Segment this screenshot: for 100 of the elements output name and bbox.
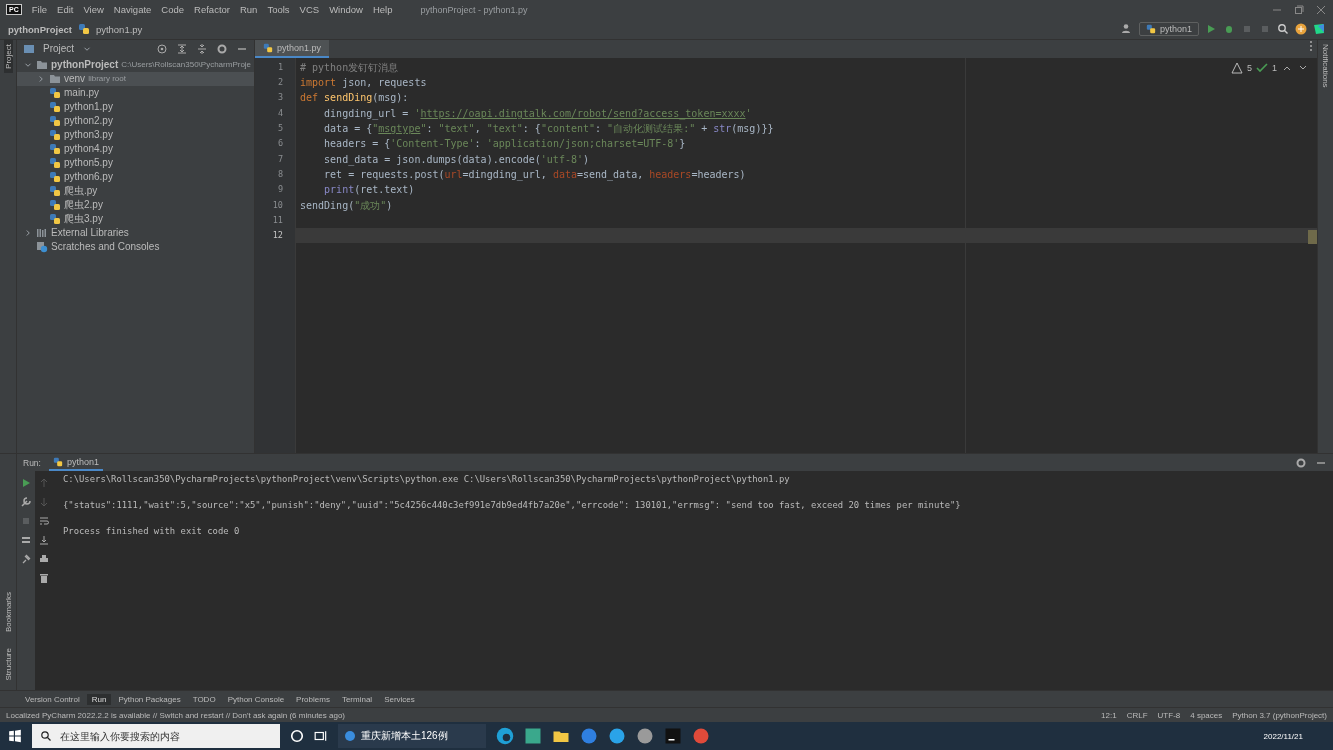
tree-item[interactable]: python3.py [64,129,113,141]
menu-item[interactable]: Window [329,4,363,16]
tool-tab[interactable]: Bookmarks [3,587,13,636]
menu-item[interactable]: Run [239,4,258,16]
line-number: 1 [276,60,284,74]
tree-item[interactable]: python5.py [64,157,113,169]
tree-item[interactable]: pythonProject [51,59,119,71]
code-line: headers = {'Content-Type': 'application/json;charset=UTF-8'} [323,138,686,150]
warning-count[interactable]: 5 [1246,62,1252,73]
run-config-dropdown[interactable]: python1 [1138,22,1199,37]
news-widget[interactable]: 重庆新增本土126例 [338,724,486,749]
search-icon[interactable] [1277,23,1289,36]
tool-window-tab[interactable]: Python Packages [113,693,186,705]
tool-window-tab[interactable]: Terminal [336,693,378,705]
code-line: sendDing("成功") [300,199,393,211]
tool-window-tab[interactable]: Version Control [20,693,85,705]
taskbar-date: 2022/11/21 [1263,731,1303,741]
status-item[interactable]: Python 3.7 (pythonProject) [1232,710,1327,720]
code-line: ret = requests.post(url=dingding_url, data=send_data, headers=headers) [323,168,746,180]
rerun-icon[interactable] [20,477,32,490]
folder-icon [36,58,48,71]
menu-item[interactable]: Help [372,4,393,16]
menu-item[interactable]: Code [161,4,185,16]
settings-icon[interactable] [216,42,228,55]
line-number: 4 [276,106,284,120]
breadcrumb-item[interactable]: pythonProject [8,23,72,35]
code-line: send_data = json.dumps(data).encode('utf-8') [323,153,589,165]
status-item[interactable]: 4 spaces [1190,710,1223,720]
soft-wrap-icon[interactable] [38,515,50,528]
trash-icon[interactable] [38,572,50,585]
console-tab[interactable]: python1 [48,454,103,472]
console-line: Process finished with exit code 0 [63,526,241,537]
python-file-icon [263,42,273,53]
menu-item[interactable]: Edit [57,4,74,16]
tree-item[interactable]: main.py [64,87,99,99]
line-number: 6 [276,137,284,151]
ide-logo-icon[interactable] [1313,23,1325,36]
tree-item[interactable]: python1.py [64,101,113,113]
settings-icon[interactable] [1295,456,1307,469]
expand-all-icon[interactable] [176,42,188,55]
restore-icon[interactable] [1293,3,1305,16]
python-file-icon [49,86,61,99]
panel-icon [23,42,35,55]
tool-window-tab[interactable]: Run [86,693,112,705]
task-view-icon[interactable] [314,729,328,744]
pin-icon[interactable] [20,553,32,566]
tool-window-tab[interactable]: TODO [187,693,221,705]
run-icon[interactable] [1205,23,1217,36]
notifications-tool-tab[interactable]: Notifications [1321,39,1330,92]
tree-item[interactable]: python6.py [64,171,113,183]
scratches-icon [36,240,48,253]
scroll-to-end-icon[interactable] [38,534,50,547]
tree-item[interactable]: venv [64,73,86,85]
tree-item[interactable]: 爬虫2.py [64,197,103,212]
close-icon[interactable] [1315,3,1327,16]
tree-item[interactable]: External Libraries [51,227,129,239]
tool-window-tab[interactable]: Problems [291,693,335,705]
tree-item[interactable]: 爬虫3.py [64,211,103,226]
tool-tab[interactable]: Structure [3,643,13,685]
line-number: 11 [271,213,284,227]
user-icon[interactable] [1120,23,1133,36]
menu-item[interactable]: VCS [299,4,320,16]
status-item[interactable]: 12:1 [1101,710,1117,720]
tool-window-tab[interactable]: Services [379,693,420,705]
tree-item[interactable]: 爬虫.py [64,183,98,198]
debug-icon[interactable] [1223,23,1235,36]
menu-item[interactable]: View [83,4,104,16]
breadcrumb-item[interactable]: python1.py [95,23,143,35]
windows-start-icon[interactable] [8,729,22,744]
collapse-all-icon[interactable] [196,42,208,55]
menu-item[interactable]: Navigate [113,4,152,16]
python-file-icon [77,23,90,36]
python-file-icon [49,198,61,211]
scroll-marker [1308,229,1317,244]
cortana-icon[interactable] [290,729,304,744]
wrench-icon[interactable] [20,496,32,509]
line-number: 2 [276,76,284,90]
tree-item[interactable]: Scratches and Consoles [51,241,160,253]
project-tool-tab[interactable]: Project [3,39,13,73]
check-count[interactable]: 1 [1272,62,1277,73]
menu-item[interactable]: Tools [267,4,290,16]
tree-item[interactable]: python4.py [64,143,113,155]
taskbar-search-field[interactable]: 在这里输入你要搜索的内容 [58,729,272,743]
status-message[interactable]: Localized PyCharm 2022.2.2 is available // Switch and restart // Don't ask again (6 minutes ago) [6,710,346,720]
python-file-icon [1145,24,1156,35]
menu-item[interactable]: Refactor [194,4,230,16]
tool-window-tab[interactable]: Python Console [222,693,290,705]
python-file-icon [49,128,61,141]
warning-icon [1230,61,1243,74]
line-number: 10 [271,198,284,212]
panel-title[interactable]: Project [43,43,75,55]
status-item[interactable]: CRLF [1126,710,1148,720]
console-line: {"status":1111,"wait":5,"source":"x5","punish":"deny","uuid":"5c4256c440c3ef991e7db9ed4fb7a20e","errcode": 130101,"errmsg": "send too fast, exceed 20 times per minute"} [63,500,962,511]
taskbar-search-box[interactable]: 在这里输入你要搜索的内容 [32,724,280,749]
locate-icon[interactable] [156,42,168,55]
menu-item[interactable]: File [31,4,48,16]
status-item[interactable]: UTF-8 [1157,710,1181,720]
update-icon[interactable] [1295,23,1307,36]
python-file-icon [49,142,61,155]
tree-item[interactable]: python2.py [64,115,113,127]
